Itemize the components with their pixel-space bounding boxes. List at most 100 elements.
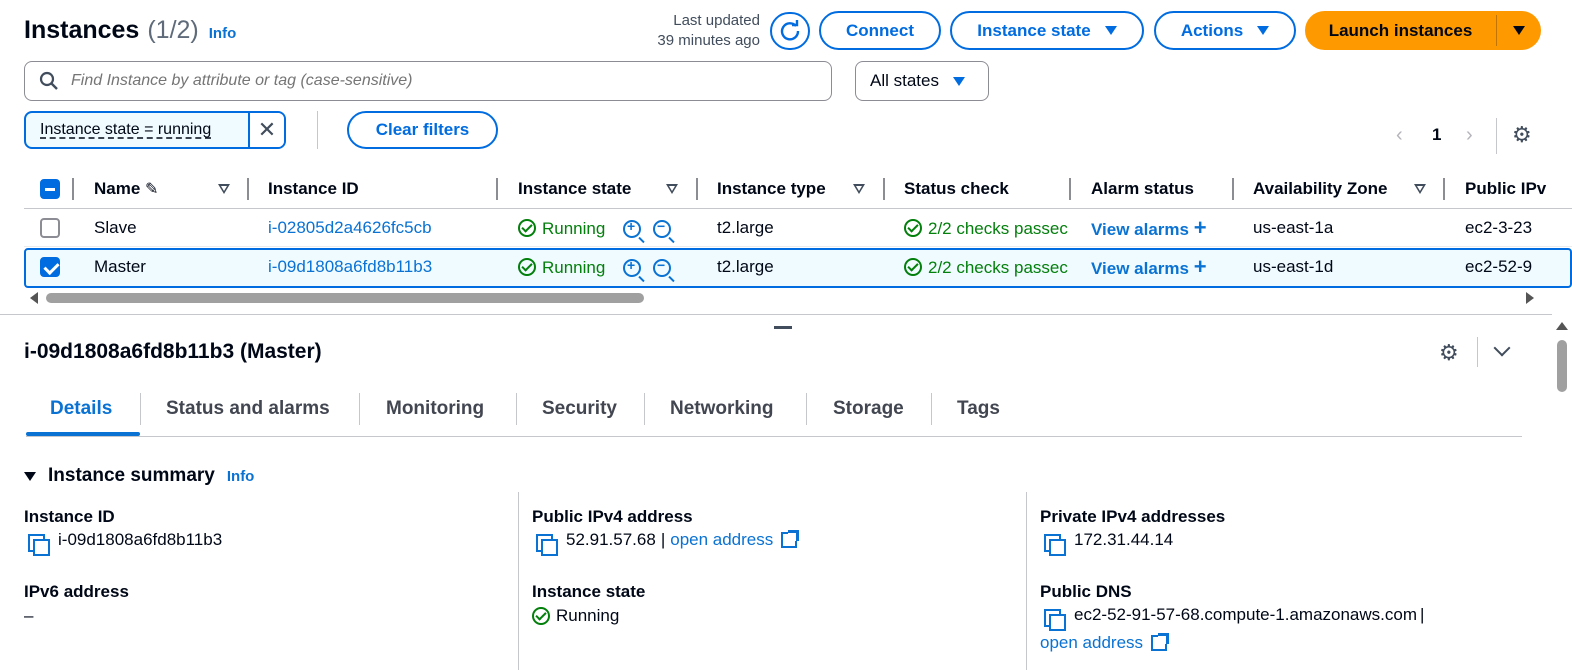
select-all-checkbox[interactable] bbox=[40, 179, 60, 199]
scroll-right-arrow[interactable] bbox=[1526, 292, 1534, 304]
next-page-button[interactable]: › bbox=[1466, 124, 1473, 147]
copy-icon[interactable] bbox=[1044, 530, 1066, 556]
cell-name: Slave bbox=[94, 218, 137, 237]
check-circle-icon bbox=[904, 258, 922, 276]
scroll-up-arrow[interactable] bbox=[1556, 322, 1568, 330]
caret-down-icon bbox=[1513, 26, 1525, 35]
table-row-selected[interactable] bbox=[24, 248, 1572, 288]
sort-icon[interactable] bbox=[1414, 184, 1426, 194]
launch-instances-button[interactable]: Launch instances bbox=[1305, 11, 1496, 50]
zoom-in-icon[interactable] bbox=[623, 218, 641, 240]
cell-status: 2/2 checks passec bbox=[904, 257, 1070, 279]
cell-az: us-east-1d bbox=[1253, 257, 1334, 276]
scroll-left-arrow[interactable] bbox=[30, 292, 38, 304]
table-row[interactable] bbox=[24, 209, 1572, 247]
connect-button[interactable]: Connect bbox=[819, 11, 941, 50]
copy-icon[interactable] bbox=[536, 530, 558, 556]
zoom-out-icon[interactable] bbox=[653, 218, 671, 240]
cell-type: t2.large bbox=[717, 218, 774, 237]
instance-state-button[interactable]: Instance state bbox=[950, 11, 1144, 50]
info-link[interactable]: Info bbox=[209, 25, 237, 42]
page-number[interactable]: 1 bbox=[1432, 125, 1441, 145]
col-sep bbox=[883, 178, 885, 200]
tabs-rule bbox=[26, 436, 1522, 437]
col-header-name[interactable]: Name ✎ bbox=[94, 178, 158, 200]
row-checkbox[interactable] bbox=[40, 218, 60, 238]
horizontal-scrollbar-thumb[interactable] bbox=[46, 293, 644, 303]
public-dns-label: Public DNS bbox=[1040, 582, 1132, 601]
tab-sep bbox=[806, 393, 807, 425]
cell-public-ip: ec2-52-9 bbox=[1465, 257, 1533, 276]
filter-remove-button[interactable]: ✕ bbox=[248, 113, 284, 147]
tab-networking[interactable]: Networking bbox=[670, 396, 773, 422]
instance-id-link[interactable]: i-09d1808a6fd8b11b3 bbox=[268, 256, 432, 278]
zoom-in-icon[interactable] bbox=[623, 257, 641, 279]
instance-summary-header[interactable]: Instance summary Info bbox=[24, 465, 254, 487]
row-checkbox[interactable] bbox=[40, 257, 60, 277]
column-divider bbox=[518, 492, 519, 670]
col-sep bbox=[696, 178, 698, 200]
external-link-icon[interactable] bbox=[1151, 633, 1170, 651]
filter-token-label[interactable]: Instance state = running bbox=[26, 113, 248, 147]
cell-state: Running bbox=[518, 257, 605, 279]
plus-icon: + bbox=[1193, 254, 1207, 279]
details-title: i-09d1808a6fd8b11b3 (Master) bbox=[24, 340, 322, 363]
public-ip-label: Public IPv4 address bbox=[532, 507, 693, 526]
cell-status: 2/2 checks passec bbox=[904, 218, 1070, 240]
caret-down-icon bbox=[1257, 26, 1270, 35]
cell-az: us-east-1a bbox=[1253, 218, 1334, 237]
vertical-scrollbar-thumb[interactable] bbox=[1557, 340, 1567, 392]
instance-id-link[interactable]: i-02805d2a4626fc5cb bbox=[268, 217, 432, 239]
check-circle-icon bbox=[532, 607, 550, 625]
launch-dropdown-button[interactable] bbox=[1497, 11, 1541, 50]
tab-monitoring[interactable]: Monitoring bbox=[386, 396, 484, 422]
col-header-instance-id[interactable]: Instance ID bbox=[268, 178, 359, 200]
external-link-icon[interactable] bbox=[781, 530, 800, 548]
ipv6-value: – bbox=[24, 606, 34, 625]
states-select[interactable]: All states bbox=[855, 61, 989, 101]
sort-icon[interactable] bbox=[853, 184, 865, 194]
tab-tags[interactable]: Tags bbox=[957, 396, 1000, 422]
selection-count: (1/2) bbox=[147, 16, 199, 44]
summary-info-link[interactable]: Info bbox=[227, 468, 255, 485]
col-sep bbox=[496, 178, 498, 200]
col-header-public-ip[interactable]: Public IPv bbox=[1465, 178, 1572, 200]
check-circle-icon bbox=[518, 258, 536, 276]
tab-sep bbox=[644, 393, 645, 425]
view-alarms-link[interactable]: View alarms + bbox=[1091, 217, 1207, 240]
details-settings-gear-icon[interactable]: ⚙ bbox=[1439, 340, 1459, 366]
sort-icon[interactable] bbox=[666, 184, 678, 194]
col-header-alarm-status[interactable]: Alarm status bbox=[1091, 178, 1194, 200]
table-settings-gear-icon[interactable]: ⚙ bbox=[1512, 122, 1532, 148]
tab-storage[interactable]: Storage bbox=[833, 396, 904, 422]
view-alarms-link[interactable]: View alarms + bbox=[1091, 254, 1207, 279]
clear-filters-button[interactable]: Clear filters bbox=[347, 111, 498, 149]
tab-security[interactable]: Security bbox=[542, 396, 617, 422]
refresh-icon bbox=[780, 20, 800, 41]
instance-id-value: i-09d1808a6fd8b11b3 bbox=[28, 530, 222, 556]
collapse-chevron-icon[interactable] bbox=[1493, 339, 1511, 357]
col-header-status-check[interactable]: Status check bbox=[904, 178, 1009, 200]
page-title-group: Instances (1/2) Info bbox=[24, 16, 236, 46]
actions-button[interactable]: Actions bbox=[1154, 11, 1296, 50]
tab-details[interactable]: Details bbox=[50, 396, 112, 422]
sort-icon[interactable] bbox=[218, 184, 230, 194]
copy-icon[interactable] bbox=[28, 530, 50, 556]
col-header-availability-zone[interactable]: Availability Zone bbox=[1253, 178, 1387, 200]
private-ip-value: 172.31.44.14 bbox=[1044, 530, 1173, 556]
open-address-link[interactable]: open address bbox=[670, 530, 773, 550]
refresh-button[interactable] bbox=[770, 12, 810, 50]
copy-icon[interactable] bbox=[1044, 605, 1066, 631]
prev-page-button[interactable]: ‹ bbox=[1396, 124, 1403, 147]
public-ip-value: 52.91.57.68 | open address bbox=[536, 530, 800, 556]
resize-handle[interactable] bbox=[774, 326, 792, 329]
open-address-link[interactable]: open address bbox=[1040, 633, 1143, 653]
tab-status-and-alarms[interactable]: Status and alarms bbox=[166, 396, 330, 422]
zoom-out-icon[interactable] bbox=[653, 257, 671, 279]
col-header-instance-state[interactable]: Instance state bbox=[518, 178, 631, 200]
col-header-instance-type[interactable]: Instance type bbox=[717, 178, 826, 200]
caret-down-icon bbox=[952, 76, 965, 86]
search-input[interactable] bbox=[71, 72, 811, 90]
private-ip-label: Private IPv4 addresses bbox=[1040, 507, 1226, 526]
instance-state-value: Running bbox=[532, 606, 619, 626]
